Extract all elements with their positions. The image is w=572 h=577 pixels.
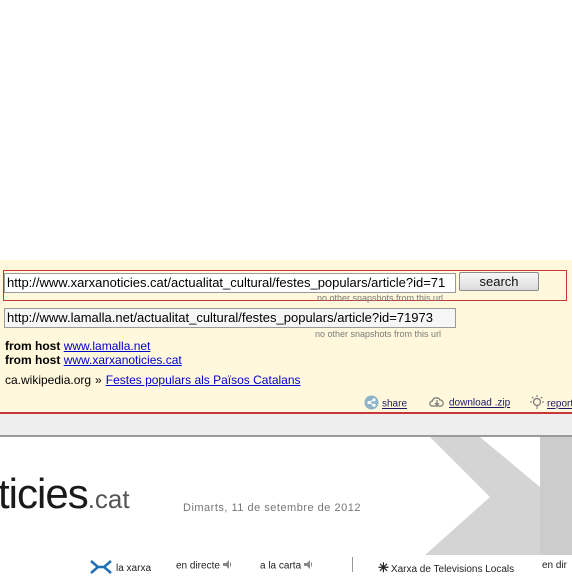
wiki-article-link[interactable]: Festes populars als Països Catalans bbox=[106, 373, 301, 387]
share-link[interactable]: share bbox=[382, 399, 407, 410]
url-input[interactable]: http://www.xarxanoticies.cat/actualitat_… bbox=[4, 273, 456, 293]
nav-label-la-xarxa: la xarxa bbox=[116, 563, 152, 575]
site-k-logo-graphic bbox=[420, 437, 572, 555]
nav-label-a-la-carta: a la carta bbox=[260, 560, 302, 572]
download-action[interactable]: download .zip bbox=[428, 395, 510, 411]
nav-item-en-directe[interactable]: en directe bbox=[176, 560, 233, 572]
lightbulb-icon bbox=[530, 395, 544, 413]
nav-item-en-directe-2[interactable]: en dir bbox=[542, 560, 567, 571]
from-host-line-2: from host www.xarxanoticies.cat bbox=[5, 353, 182, 367]
cloud-download-icon bbox=[428, 395, 446, 411]
speaker-icon bbox=[222, 560, 233, 572]
host-link-xarxanoticies[interactable]: www.xarxanoticies.cat bbox=[64, 353, 182, 367]
archive-toolbar: http://www.xarxanoticies.cat/actualitat_… bbox=[0, 260, 572, 414]
wiki-source: ca.wikipedia.org bbox=[5, 373, 92, 387]
site-logo-suffix: .cat bbox=[87, 484, 130, 514]
from-host-line-1: from host www.lamalla.net bbox=[5, 339, 150, 353]
site-date: Dimarts, 11 de setembre de 2012 bbox=[183, 502, 361, 514]
search-button[interactable]: search bbox=[459, 272, 539, 291]
share-icon bbox=[364, 395, 379, 413]
download-zip-link[interactable]: download .zip bbox=[449, 398, 510, 409]
nav-item-la-xarxa[interactable]: la xarxa bbox=[90, 560, 151, 577]
wiki-reference: ca.wikipedia.org» Festes populars als Paï… bbox=[5, 373, 301, 387]
alt-url-field[interactable]: http://www.lamalla.net/actualitat_cultur… bbox=[4, 308, 456, 328]
asterisk-icon: ✳ bbox=[378, 560, 389, 575]
nav-item-a-la-carta[interactable]: a la carta bbox=[260, 560, 314, 572]
nav-label-xarxa-tv: Xarxa de Televisions Locals bbox=[390, 564, 515, 575]
nav-divider bbox=[352, 557, 353, 572]
share-action[interactable]: share bbox=[364, 395, 407, 413]
report-action[interactable]: report bbox=[530, 395, 572, 413]
speaker-icon bbox=[304, 560, 314, 572]
xarxa-bird-icon bbox=[90, 560, 112, 577]
from-host-label: from host bbox=[5, 339, 61, 353]
host-link-lamalla[interactable]: www.lamalla.net bbox=[64, 339, 151, 353]
site-logo[interactable]: ticies.cat bbox=[0, 470, 130, 518]
site-logo-text: ticies bbox=[0, 470, 89, 517]
nav-item-xarxa-tv[interactable]: ✳ Xarxa de Televisions Locals bbox=[378, 560, 514, 576]
report-link[interactable]: report bbox=[547, 399, 572, 410]
wiki-separator: » bbox=[95, 373, 102, 387]
site-nav: la xarxa en directe a la carta ✳ Xarxa de… bbox=[0, 555, 572, 575]
no-snapshots-note-2: no other snapshots from this url bbox=[315, 329, 442, 339]
no-snapshots-note: no other snapshots from this url bbox=[317, 293, 444, 303]
nav-label-en-directe: en directe bbox=[176, 560, 220, 572]
archived-page-top-strip bbox=[0, 414, 572, 437]
from-host-label: from host bbox=[5, 353, 61, 367]
